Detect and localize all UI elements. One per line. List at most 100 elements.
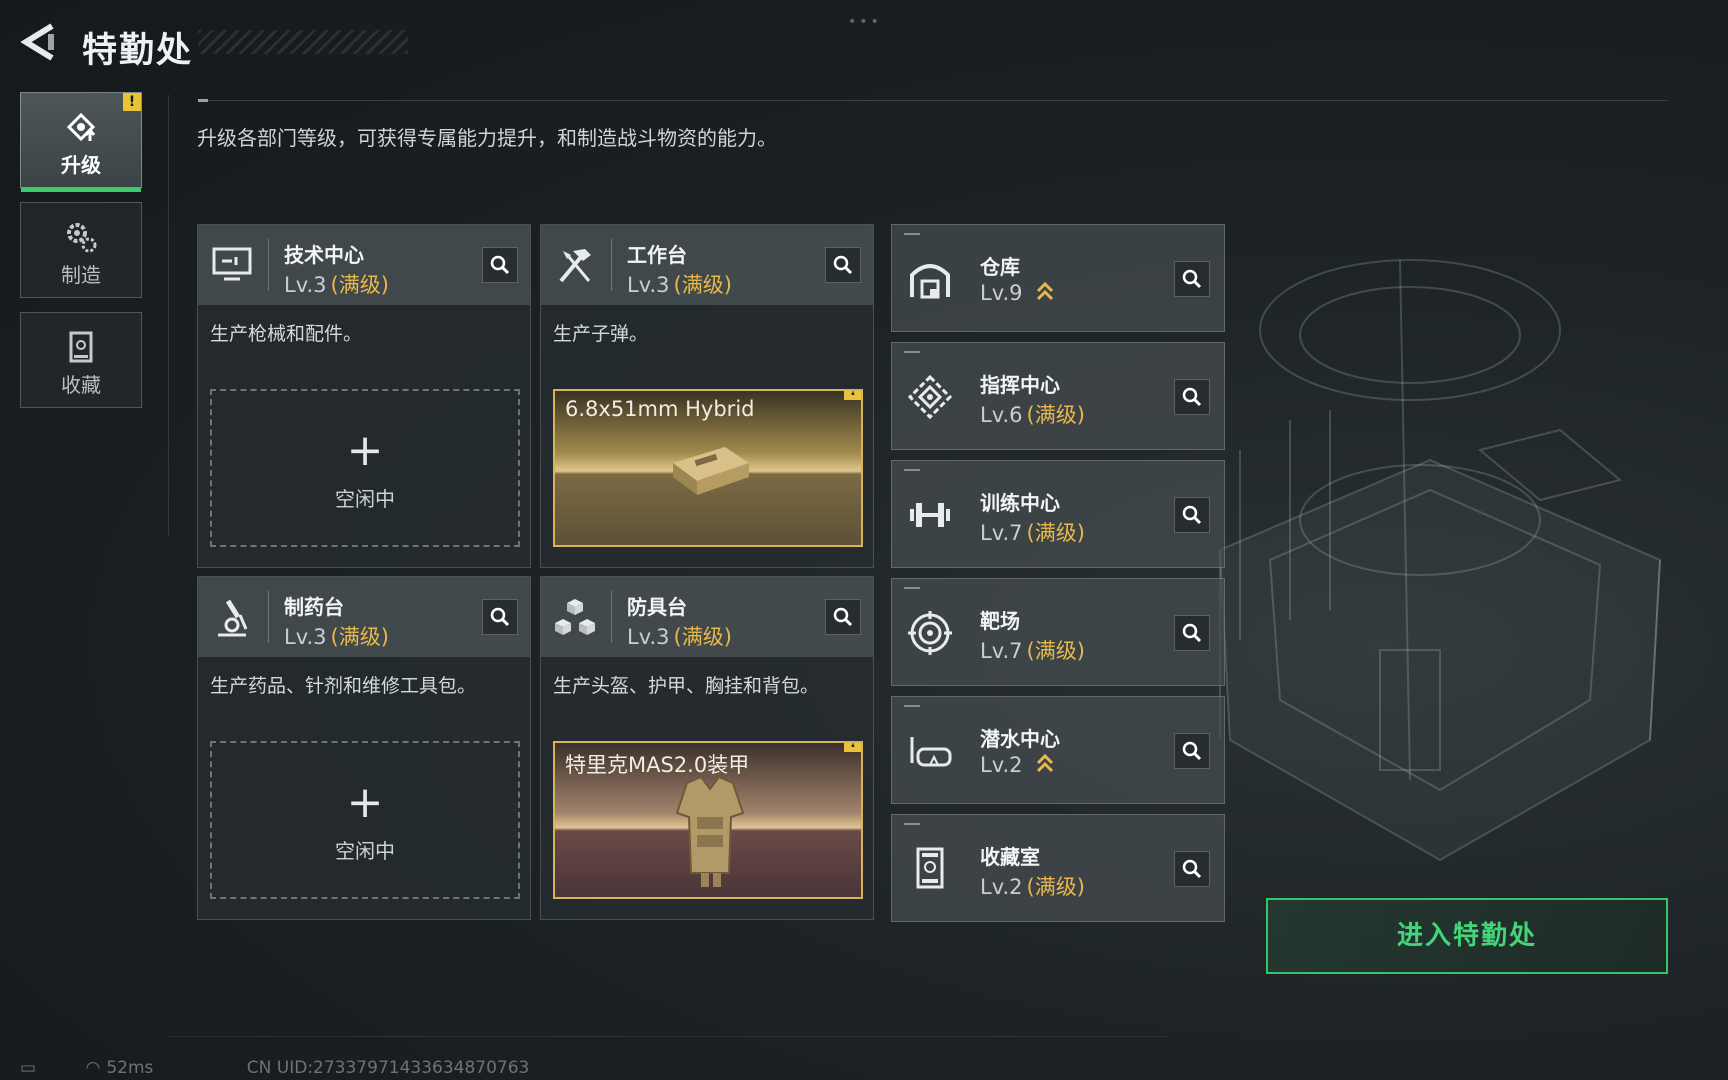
- status-bar: ▭ ◠ 52ms CN UID:27337971433634870763: [20, 1058, 573, 1078]
- user-uid: CN UID:27337971433634870763: [246, 1058, 530, 1078]
- nav-divider: [168, 95, 169, 535]
- alert-badge: !: [844, 743, 861, 752]
- inspect-button[interactable]: [482, 247, 518, 283]
- computer-icon: [212, 247, 252, 281]
- facility-level: Lv.2: [980, 875, 1023, 899]
- facility-card-armor-bench: 防具台 Lv.3 (满级) 生产头盔、护甲、胸挂和背包。 特里克MAS2.0装甲 …: [540, 576, 874, 920]
- max-level-tag: (满级): [1026, 521, 1085, 545]
- nav-tab-label: 制造: [61, 263, 101, 287]
- nav-tab-label: 升级: [61, 153, 101, 177]
- inspect-button[interactable]: [1174, 851, 1210, 887]
- add-icon: +: [346, 425, 384, 476]
- facility-name: 靶场: [980, 609, 1020, 633]
- divider-tick: [198, 99, 208, 102]
- magnifier-icon: [1182, 623, 1202, 643]
- facility-description: 生产枪械和配件。: [210, 323, 363, 345]
- warehouse-icon: [910, 264, 950, 299]
- inspect-button[interactable]: [1174, 261, 1210, 297]
- facility-row-training-center[interactable]: 训练中心 Lv.7 (满级): [891, 460, 1225, 568]
- back-arrow-icon[interactable]: [18, 20, 58, 64]
- divider: [198, 100, 1668, 101]
- max-level-tag: (满级): [330, 273, 389, 297]
- max-level-tag: (满级): [673, 273, 732, 297]
- battery-icon: ▭: [20, 1058, 37, 1078]
- collection-icon: [916, 847, 944, 889]
- max-level-tag: (满级): [1026, 875, 1085, 899]
- max-level-tag: (满级): [330, 625, 389, 649]
- alert-badge: !: [844, 391, 861, 400]
- dumbbell-icon: [910, 503, 950, 527]
- inspect-button[interactable]: [482, 599, 518, 635]
- diving-mask-icon: [910, 737, 952, 767]
- card-header: 制药台 Lv.3 (满级): [198, 577, 530, 657]
- card-header: 技术中心 Lv.3 (满级): [198, 225, 530, 305]
- facility-name: 潜水中心: [980, 727, 1060, 751]
- facility-row-shooting-range[interactable]: 靶场 Lv.7 (满级): [891, 578, 1225, 686]
- nav-tab-collection[interactable]: 收藏: [20, 312, 142, 408]
- facility-name: 收藏室: [980, 845, 1040, 869]
- facility-description: 生产头盔、护甲、胸挂和背包。: [553, 675, 820, 697]
- facility-level: Lv.3: [627, 273, 670, 297]
- ping-readout: ◠ 52ms: [85, 1058, 197, 1078]
- facility-row-diving-center[interactable]: 潜水中心 Lv.2: [891, 696, 1225, 804]
- facility-level: Lv.3: [284, 625, 327, 649]
- facility-level: Lv.3: [284, 273, 327, 297]
- production-item-armor[interactable]: 特里克MAS2.0装甲 !: [553, 741, 863, 899]
- inspect-button[interactable]: [825, 599, 861, 635]
- magnifier-icon: [833, 255, 853, 275]
- slot-status: 空闲中: [335, 839, 395, 863]
- facility-level: Lv.7: [980, 639, 1023, 663]
- add-icon: +: [346, 777, 384, 828]
- drag-handle-dots: •••: [848, 14, 882, 30]
- facility-name: 指挥中心: [980, 373, 1060, 397]
- page-description: 升级各部门等级，可获得专属能力提升，和制造战斗物资的能力。: [197, 126, 777, 150]
- facility-level: Lv.9: [980, 281, 1023, 305]
- magnifier-icon: [1182, 859, 1202, 879]
- facility-name: 训练中心: [980, 491, 1060, 515]
- magnifier-icon: [1182, 505, 1202, 525]
- facility-row-collection-room[interactable]: 收藏室 Lv.2 (满级): [891, 814, 1225, 922]
- magnifier-icon: [1182, 269, 1202, 289]
- magnifier-icon: [833, 607, 853, 627]
- collection-icon: [69, 331, 93, 363]
- building-blueprint-illustration: [1218, 259, 1662, 862]
- facility-card-workbench: 工作台 Lv.3 (满级) 生产子弹。 6.8x51mm Hybrid !: [540, 224, 874, 568]
- gears-icon: [67, 223, 97, 253]
- facility-name: 制药台: [284, 595, 344, 619]
- body-armor-icon: [675, 775, 745, 887]
- inspect-button[interactable]: [825, 247, 861, 283]
- empty-production-slot[interactable]: + 空闲中: [210, 741, 520, 899]
- max-level-tag: (满级): [1026, 639, 1085, 663]
- title-decoration: [198, 30, 408, 54]
- max-level-tag: (满级): [1026, 403, 1085, 427]
- nav-tab-upgrade[interactable]: 升级 !: [20, 92, 142, 192]
- facility-name: 技术中心: [284, 243, 364, 267]
- nav-tab-craft[interactable]: 制造: [20, 202, 142, 298]
- enter-special-ops-button[interactable]: 进入特勤处: [1266, 898, 1668, 974]
- facility-description: 生产子弹。: [553, 323, 649, 345]
- target-icon: [908, 611, 952, 655]
- facility-level: Lv.2: [980, 753, 1023, 777]
- magnifier-icon: [490, 255, 510, 275]
- hammer-icon: [559, 249, 591, 283]
- facility-description: 生产药品、针剂和维修工具包。: [210, 675, 477, 697]
- facility-level: Lv.7: [980, 521, 1023, 545]
- upgrade-icon: [66, 112, 96, 142]
- upgrade-available-icon: [1037, 753, 1054, 773]
- cubes-icon: [555, 599, 595, 635]
- alert-badge: !: [123, 93, 141, 111]
- facility-row-warehouse[interactable]: 仓库 Lv.9: [891, 224, 1225, 332]
- product-name: 6.8x51mm Hybrid: [565, 397, 755, 421]
- inspect-button[interactable]: [1174, 497, 1210, 533]
- divider: [168, 1036, 1168, 1037]
- empty-production-slot[interactable]: + 空闲中: [210, 389, 520, 547]
- facility-name: 防具台: [627, 595, 687, 619]
- max-level-tag: (满级): [673, 625, 732, 649]
- inspect-button[interactable]: [1174, 379, 1210, 415]
- nav-tab-label: 收藏: [61, 373, 101, 397]
- inspect-button[interactable]: [1174, 615, 1210, 651]
- inspect-button[interactable]: [1174, 733, 1210, 769]
- facility-row-command-center[interactable]: 指挥中心 Lv.6 (满级): [891, 342, 1225, 450]
- production-item-ammo[interactable]: 6.8x51mm Hybrid !: [553, 389, 863, 547]
- card-header: 工作台 Lv.3 (满级): [541, 225, 873, 305]
